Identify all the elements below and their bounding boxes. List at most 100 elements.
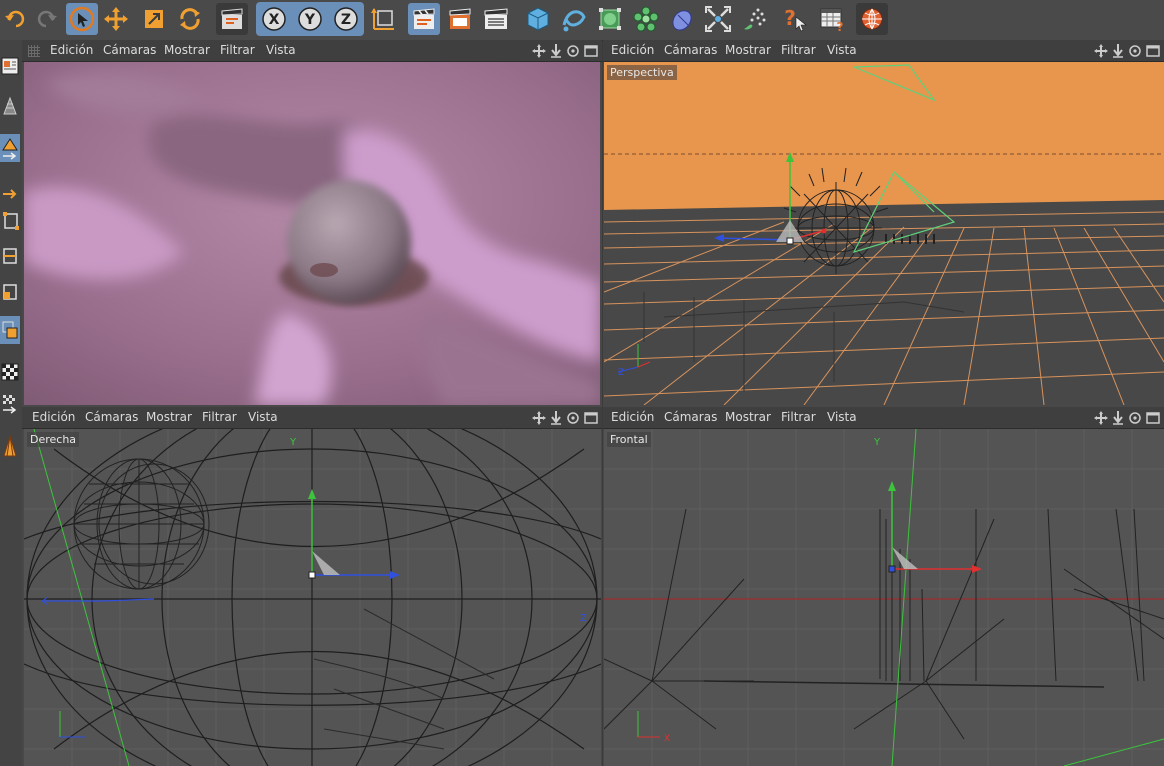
render-picture-viewer-icon[interactable]: [444, 3, 476, 35]
coordinate-system-icon[interactable]: [366, 3, 398, 35]
pan-icon[interactable]: [1094, 44, 1108, 58]
perspective-canvas[interactable]: Z Perspectiva: [604, 62, 1164, 405]
main-toolbar: X Y Z ? ?: [0, 0, 1164, 41]
zoom-icon[interactable]: [1112, 44, 1124, 58]
spline-icon[interactable]: [558, 3, 590, 35]
render-region-icon[interactable]: [216, 3, 248, 35]
z-axis-icon[interactable]: Z: [330, 3, 362, 35]
orbit-icon[interactable]: [566, 44, 580, 58]
points-mode-icon[interactable]: [0, 206, 20, 234]
axis-y-label: Y: [289, 437, 297, 448]
menu-display[interactable]: Mostrar: [164, 43, 210, 57]
x-axis-label: X: [269, 12, 280, 28]
front-canvas[interactable]: X Y Frontal: [604, 429, 1164, 766]
layout-icon[interactable]: [0, 52, 20, 80]
z-axis-label: Z: [341, 12, 351, 28]
axis-z-label: Z: [580, 613, 587, 624]
viewport-render: Edición Cámaras Mostrar Filtrar Vista: [22, 40, 602, 407]
viewport-menubar: Edición Cámaras Mostrar Filtrar Vista: [22, 407, 602, 429]
left-palette: [0, 40, 23, 766]
move-icon[interactable]: [100, 3, 132, 35]
viewport-front: Edición Cámaras Mostrar Filtrar Vista X …: [603, 407, 1164, 766]
perspective-scene: Z: [604, 62, 1164, 405]
menu-display[interactable]: Mostrar: [725, 410, 771, 424]
menu-filter[interactable]: Filtrar: [781, 410, 816, 424]
texture-mode-icon[interactable]: [0, 180, 20, 208]
menu-filter[interactable]: Filtrar: [220, 43, 255, 57]
menu-cameras[interactable]: Cámaras: [664, 43, 717, 57]
scene-icon[interactable]: [702, 3, 734, 35]
pan-icon[interactable]: [532, 411, 546, 425]
help-icon[interactable]: ?: [778, 3, 810, 35]
rotate-icon[interactable]: [174, 3, 206, 35]
menu-view[interactable]: Vista: [266, 43, 296, 57]
menu-cameras[interactable]: Cámaras: [103, 43, 156, 57]
render-view-icon[interactable]: [408, 3, 440, 35]
particles-icon[interactable]: [738, 3, 770, 35]
zoom-icon[interactable]: [550, 44, 562, 58]
menu-edit[interactable]: Edición: [611, 43, 654, 57]
undo-icon[interactable]: [0, 3, 32, 35]
viewport-label-right: Derecha: [27, 432, 80, 447]
edges-mode-icon[interactable]: [0, 242, 20, 270]
maximize-icon[interactable]: [584, 44, 598, 58]
right-view-scene: Y Z: [24, 429, 601, 766]
menu-filter[interactable]: Filtrar: [202, 410, 237, 424]
polygons-mode-icon[interactable]: [0, 278, 20, 306]
axis-y-label: Y: [873, 437, 881, 448]
x-axis-icon[interactable]: X: [258, 3, 290, 35]
axis-z-label: Z: [618, 368, 624, 378]
zoom-icon[interactable]: [550, 411, 562, 425]
orbit-icon[interactable]: [566, 411, 580, 425]
sculpt-icon[interactable]: [0, 92, 20, 120]
mesh-hair-icon[interactable]: [0, 432, 20, 460]
menu-cameras[interactable]: Cámaras: [85, 410, 138, 424]
render-settings-icon[interactable]: [480, 3, 512, 35]
menu-cameras[interactable]: Cámaras: [664, 410, 717, 424]
pan-icon[interactable]: [532, 44, 546, 58]
menu-display[interactable]: Mostrar: [146, 410, 192, 424]
menu-edit[interactable]: Edición: [32, 410, 75, 424]
menu-view[interactable]: Vista: [827, 410, 857, 424]
svg-text:?: ?: [837, 20, 844, 33]
nurbs-icon[interactable]: [594, 3, 626, 35]
globe-icon[interactable]: [856, 3, 888, 35]
viewport-menubar: Edición Cámaras Mostrar Filtrar Vista: [603, 40, 1164, 62]
cube-icon[interactable]: [522, 3, 554, 35]
select-icon[interactable]: [66, 3, 98, 35]
maximize-icon[interactable]: [1146, 44, 1160, 58]
orbit-icon[interactable]: [1128, 411, 1142, 425]
menu-display[interactable]: Mostrar: [725, 43, 771, 57]
maximize-icon[interactable]: [1146, 411, 1160, 425]
viewport-label-perspective: Perspectiva: [607, 65, 677, 80]
viewport-right: Edición Cámaras Mostrar Filtrar Vista Y …: [22, 407, 602, 766]
deformer-icon[interactable]: [666, 3, 698, 35]
orbit-icon[interactable]: [1128, 44, 1142, 58]
maximize-icon[interactable]: [584, 411, 598, 425]
menu-view[interactable]: Vista: [827, 43, 857, 57]
table-icon[interactable]: ?: [816, 3, 848, 35]
pan-icon[interactable]: [1094, 411, 1108, 425]
scale-icon[interactable]: [138, 3, 170, 35]
render-canvas[interactable]: [24, 62, 600, 405]
viewport-menubar: Edición Cámaras Mostrar Filtrar Vista: [22, 40, 602, 62]
uv-mode-icon[interactable]: [0, 316, 20, 344]
viewport-perspective: Edición Cámaras Mostrar Filtrar Vista Z …: [603, 40, 1164, 407]
redo-icon[interactable]: [30, 3, 62, 35]
y-axis-icon[interactable]: Y: [294, 3, 326, 35]
fur-render-image: [24, 62, 600, 405]
svg-text:?: ?: [784, 6, 796, 30]
front-view-scene: X Y: [604, 429, 1164, 766]
menu-view[interactable]: Vista: [248, 410, 278, 424]
right-canvas[interactable]: Y Z Derecha: [24, 429, 601, 766]
viewport-label-front: Frontal: [607, 432, 651, 447]
array-icon[interactable]: [630, 3, 662, 35]
checker-icon[interactable]: [0, 358, 20, 386]
workplane-icon[interactable]: [0, 390, 20, 418]
drag-grip-icon[interactable]: [28, 45, 40, 57]
zoom-icon[interactable]: [1112, 411, 1124, 425]
model-mode-icon[interactable]: [0, 134, 20, 162]
menu-edit[interactable]: Edición: [50, 43, 93, 57]
menu-filter[interactable]: Filtrar: [781, 43, 816, 57]
menu-edit[interactable]: Edición: [611, 410, 654, 424]
